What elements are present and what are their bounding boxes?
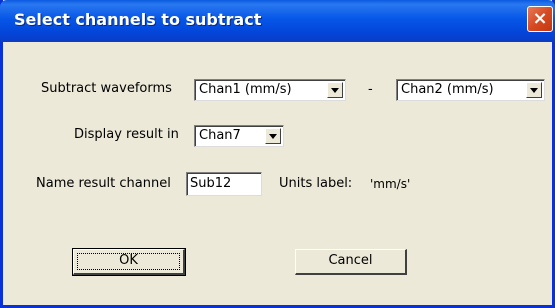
chevron-down-icon[interactable] xyxy=(526,82,542,98)
subtract-waveforms-label: Subtract waveforms xyxy=(41,81,172,96)
display-channel-value: Chan7 xyxy=(199,128,241,143)
chevron-down-icon[interactable] xyxy=(265,128,281,144)
channel-b-select[interactable]: Chan2 (mm/s) xyxy=(396,79,545,101)
close-icon: × xyxy=(532,8,548,29)
result-name-input[interactable]: Sub12 xyxy=(186,172,262,196)
units-label: Units label: xyxy=(279,176,353,191)
display-result-label: Display result in xyxy=(74,127,179,142)
channel-a-select[interactable]: Chan1 (mm/s) xyxy=(194,79,346,101)
channel-a-value: Chan1 (mm/s) xyxy=(199,82,292,97)
dialog-window: Select channels to subtract × Subtract w… xyxy=(0,0,555,308)
cancel-button-label: Cancel xyxy=(328,253,373,268)
cancel-button[interactable]: Cancel xyxy=(295,249,407,275)
name-result-label: Name result channel xyxy=(36,176,171,191)
focus-indicator xyxy=(77,253,180,270)
title-bar[interactable]: Select channels to subtract × xyxy=(0,0,555,42)
ok-button[interactable]: OK xyxy=(72,248,186,276)
chevron-down-icon[interactable] xyxy=(327,82,343,98)
minus-sign: - xyxy=(368,82,373,97)
channel-b-value: Chan2 (mm/s) xyxy=(401,82,494,97)
close-button[interactable]: × xyxy=(527,6,553,32)
display-channel-select[interactable]: Chan7 xyxy=(194,125,284,147)
units-value: 'mm/s' xyxy=(370,177,411,191)
dialog-title: Select channels to subtract xyxy=(14,10,262,29)
